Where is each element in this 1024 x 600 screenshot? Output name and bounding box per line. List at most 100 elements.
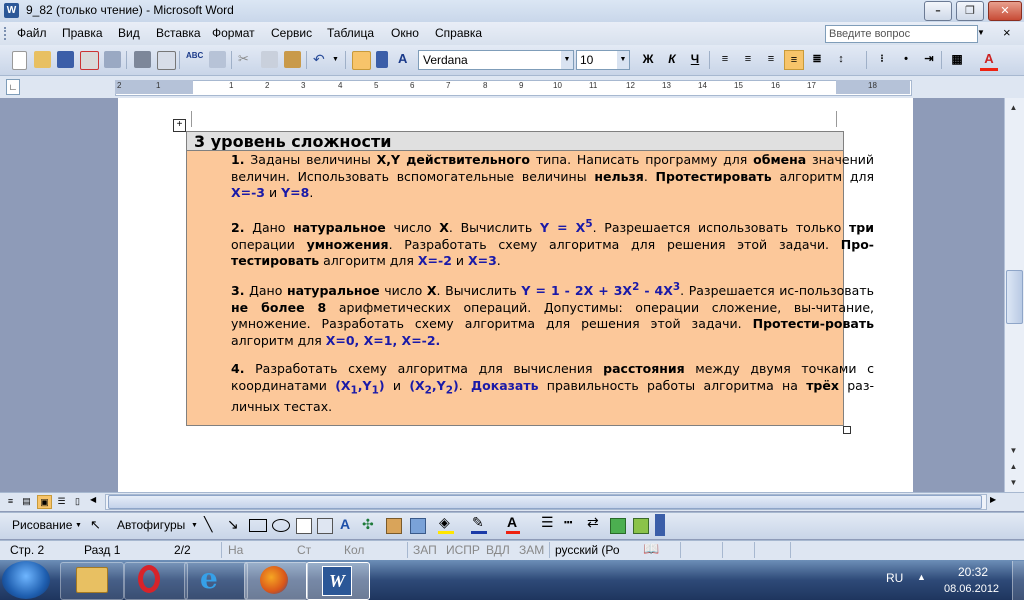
line-spacing-icon[interactable]: ↕ [832, 50, 850, 68]
table-header-cell[interactable]: 3 уровень сложности [186, 131, 844, 151]
menu-window[interactable]: Окно [391, 26, 419, 40]
word-app-icon[interactable]: W [4, 3, 19, 18]
undo-dropdown-icon[interactable]: ▼ [332, 51, 349, 68]
spelling-status-icon[interactable]: 📖 [643, 541, 659, 557]
language-indicator[interactable]: RU [886, 571, 903, 585]
print-layout-icon[interactable]: ▣ [37, 495, 52, 509]
fill-color-icon[interactable]: ◈ [439, 514, 450, 531]
status-extend[interactable]: ВДЛ [486, 543, 510, 557]
cut-icon[interactable]: ✂ [238, 51, 255, 68]
scroll-down-icon[interactable]: ▼ [1006, 443, 1021, 458]
align-center-icon[interactable]: ≡ [739, 50, 757, 68]
normal-view-icon[interactable]: ≡ [4, 495, 17, 507]
undo-icon[interactable]: ↶ [313, 51, 330, 68]
print-icon[interactable] [134, 51, 151, 68]
next-page-icon[interactable]: ▼ [1006, 475, 1021, 490]
shadow-style-icon[interactable] [610, 518, 626, 534]
dash-style-icon[interactable]: ┅ [564, 514, 572, 531]
draw-menu[interactable]: Рисование [12, 518, 72, 532]
start-button[interactable] [2, 561, 50, 599]
align-left-icon[interactable]: ≡ [716, 50, 734, 68]
3d-style-icon[interactable] [633, 518, 649, 534]
italic-button[interactable]: К [663, 50, 681, 68]
chevron-down-icon[interactable]: ▼ [561, 51, 573, 69]
menu-grip[interactable] [4, 27, 10, 40]
chevron-down-icon[interactable]: ▼ [75, 522, 82, 529]
line-color-icon[interactable]: ✎ [472, 514, 484, 531]
tab-selector[interactable]: ∟ [6, 79, 20, 95]
font-color-icon[interactable]: A [980, 50, 998, 68]
arrow-style-icon[interactable]: ⇄ [587, 514, 599, 531]
status-record[interactable]: ЗАП [413, 543, 437, 557]
borders-icon[interactable]: ▦ [948, 50, 966, 68]
bold-button[interactable]: Ж [639, 50, 657, 68]
oval-icon[interactable] [272, 519, 290, 532]
text-box-icon[interactable] [296, 518, 312, 534]
status-language[interactable]: русский (Ро [555, 543, 620, 557]
chevron-down-icon[interactable]: ▼ [617, 51, 629, 69]
help-search-input[interactable]: Введите вопрос [825, 25, 978, 43]
scroll-up-icon[interactable]: ▲ [1006, 100, 1021, 115]
table-resize-handle[interactable] [843, 426, 851, 434]
close-document-icon[interactable]: × [1003, 25, 1011, 40]
clip-art-icon[interactable] [386, 518, 402, 534]
spelling-icon[interactable]: ABC [186, 51, 203, 68]
print-preview-icon[interactable] [157, 51, 176, 70]
menu-table[interactable]: Таблица [327, 26, 374, 40]
maximize-button[interactable]: ❐ [956, 1, 984, 21]
indent-icon[interactable]: ⇥ [920, 50, 938, 68]
clock-time[interactable]: 20:32 [958, 565, 988, 579]
justify-icon[interactable]: ≡ [784, 50, 804, 70]
status-track-changes[interactable]: ИСПР [446, 543, 480, 557]
vertical-scroll-thumb[interactable] [1006, 270, 1023, 324]
insert-picture-icon[interactable] [410, 518, 426, 534]
distributed-icon[interactable]: ≣ [808, 50, 826, 68]
email-icon[interactable] [104, 51, 121, 68]
toolbar-options-icon[interactable] [655, 514, 665, 536]
font-name-select[interactable]: Verdana ▼ [418, 50, 574, 70]
line-style-icon[interactable]: ☰ [541, 514, 554, 531]
numbering-icon[interactable]: ⁝ [873, 50, 891, 68]
menu-insert[interactable]: Вставка [156, 26, 201, 40]
scroll-left-icon[interactable]: ◀ [90, 495, 96, 504]
horizontal-ruler[interactable] [115, 80, 912, 96]
diagram-icon[interactable]: ✣ [362, 516, 374, 533]
vertical-text-box-icon[interactable] [317, 518, 333, 534]
web-view-icon[interactable]: ▤ [20, 495, 33, 507]
reading-view-icon[interactable]: ▯ [71, 495, 84, 507]
tray-expand-icon[interactable]: ▲ [917, 572, 926, 582]
menu-edit[interactable]: Правка [62, 26, 103, 40]
status-overtype[interactable]: ЗАМ [519, 543, 544, 557]
select-objects-icon[interactable]: ↖ [90, 517, 101, 533]
underline-button[interactable]: Ч [686, 50, 704, 68]
close-button[interactable]: ✕ [988, 1, 1022, 21]
align-right-icon[interactable]: ≡ [762, 50, 780, 68]
save-icon[interactable] [57, 51, 74, 68]
minimize-button[interactable]: – [924, 1, 952, 21]
open-folder-icon[interactable] [34, 51, 51, 68]
show-desktop-button[interactable] [1012, 561, 1024, 600]
chevron-down-icon[interactable]: ▼ [191, 522, 198, 529]
menu-view[interactable]: Вид [118, 26, 140, 40]
menu-format[interactable]: Формат [212, 26, 255, 40]
table-move-handle[interactable]: + [173, 119, 186, 132]
previous-page-icon[interactable]: ▲ [1006, 459, 1021, 474]
bullets-icon[interactable]: • [897, 50, 915, 68]
menu-tools[interactable]: Сервис [271, 26, 312, 40]
wordart-icon[interactable]: A [340, 516, 350, 532]
menu-file[interactable]: Файл [17, 26, 47, 40]
line-icon[interactable]: ╲ [204, 516, 212, 533]
paste-icon[interactable] [284, 51, 301, 68]
clock-date[interactable]: 08.06.2012 [944, 583, 999, 595]
toolbar-options-icon[interactable] [376, 51, 388, 68]
autoshapes-menu[interactable]: Автофигуры [117, 518, 185, 532]
table-body-cell[interactable]: 1. Заданы величины X,Y действительного т… [186, 150, 874, 426]
scroll-right-icon[interactable]: ▶ [990, 495, 996, 504]
copy-icon[interactable] [261, 51, 278, 68]
font-color-draw-icon[interactable]: A [507, 514, 517, 530]
show-hide-icon[interactable] [352, 51, 371, 70]
styles-icon[interactable]: A [398, 51, 415, 68]
rectangle-icon[interactable] [249, 519, 267, 532]
help-dropdown-icon[interactable]: ▼ [977, 28, 985, 37]
menu-help[interactable]: Справка [435, 26, 482, 40]
